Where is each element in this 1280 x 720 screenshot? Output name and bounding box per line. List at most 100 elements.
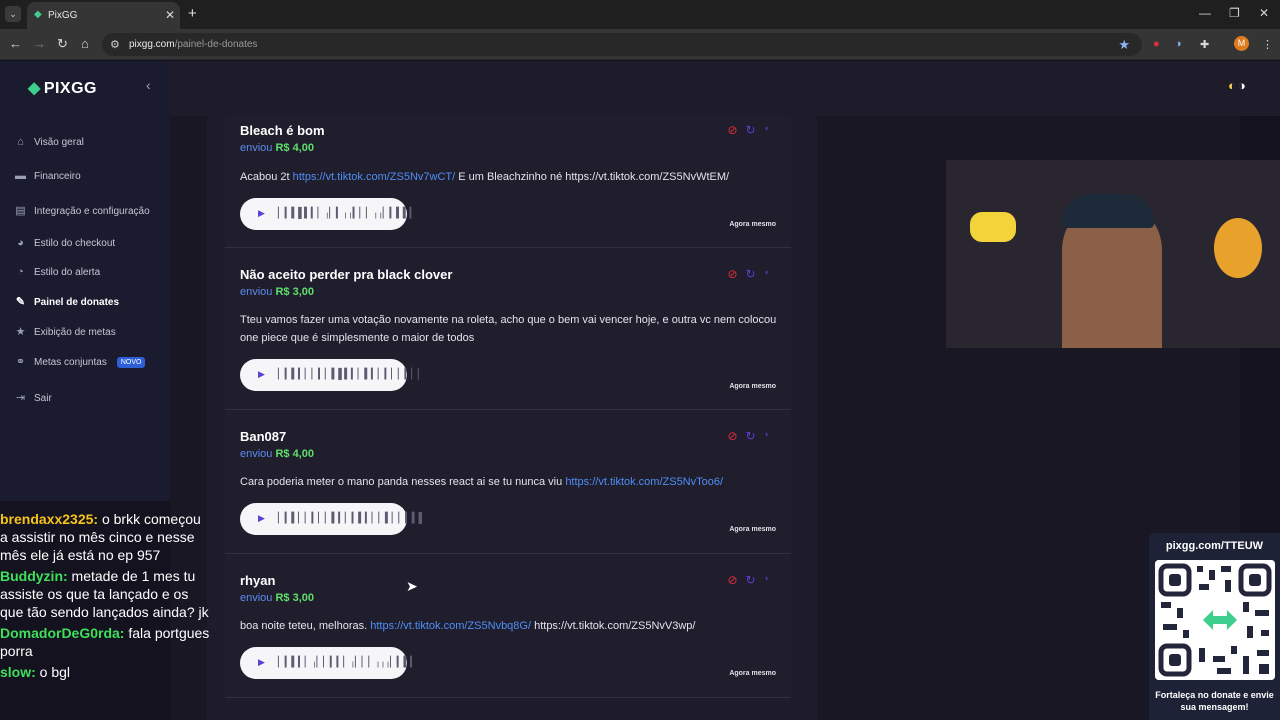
donor-name: Ban087 xyxy=(240,429,287,444)
extensions-puzzle-icon[interactable]: ✚ xyxy=(1200,38,1209,51)
sidebar-item-estilo-checkout[interactable]: ◕ Estilo do checkout xyxy=(14,234,115,252)
replay-icon[interactable]: ↻ xyxy=(746,429,756,443)
sidebar-item-integracao[interactable]: ▤ Integração e configuração xyxy=(14,202,150,220)
sun-icon: ◐ xyxy=(1228,78,1236,93)
profile-avatar[interactable]: M xyxy=(1234,36,1249,51)
extension-audio-icon[interactable]: ◗ xyxy=(1176,38,1183,50)
sidebar-item-estilo-alerta[interactable]: ◔ Estilo do alerta xyxy=(14,263,100,281)
block-icon[interactable]: ⊘ xyxy=(727,429,737,443)
bookmark-star-icon[interactable]: ★ xyxy=(1118,37,1130,53)
waveform[interactable]: ▏▎▍▎▏╷▏▏▎▎▏╷▏▏▏╷╷╷▏▎▍▎ xyxy=(278,657,418,668)
pixgg-logo[interactable]: ◆ PIXGG xyxy=(28,78,97,98)
play-icon[interactable]: ▶ xyxy=(258,208,265,219)
sidebar-item-visao-geral[interactable]: ⌂ Visão geral xyxy=(14,133,84,151)
logout-icon: ⇥ xyxy=(15,391,26,404)
donation-time: Agora mesmo xyxy=(729,221,776,228)
donation-time: Agora mesmo xyxy=(729,526,776,533)
audio-player[interactable]: ▶ ▏▎▍▏▏▎▏▏▍▎▏▎▍▎▏▏▍▏▏▎▍▌ xyxy=(240,503,426,535)
document-icon: ▤ xyxy=(15,204,26,217)
sidebar-item-metas-conjuntas[interactable]: ⚭ Metas conjuntas NOVO xyxy=(14,353,146,371)
mute-icon[interactable]: ◖ xyxy=(764,123,769,137)
replay-icon[interactable]: ↻ xyxy=(746,267,756,281)
donation-time: Agora mesmo xyxy=(729,383,776,390)
address-bar[interactable]: ⚙ pixgg.com/painel-de-donates ★ xyxy=(102,33,1142,56)
waveform[interactable]: ▏▎▍▏▏▎▏▏▍▎▏▎▍▎▏▏▍▏▏▎▍▌ xyxy=(278,513,426,524)
back-icon[interactable]: ← xyxy=(9,36,22,51)
browser-tab[interactable]: ◆ PixGG ✕ xyxy=(27,2,180,29)
chat-username: slow: xyxy=(0,664,36,680)
audio-player[interactable]: ▶ ▏▎▍▎▏╷▏▏▎▎▏╷▏▏▏╷╷╷▏▎▍▎ xyxy=(240,647,418,679)
donates-icon: ✎ xyxy=(15,295,26,308)
alert-style-icon: ◔ xyxy=(17,265,24,278)
donation-time: Agora mesmo xyxy=(729,670,776,677)
replay-icon[interactable]: ↻ xyxy=(746,123,756,137)
sidebar-item-painel-donates[interactable]: ✎ Painel de donates xyxy=(14,293,119,311)
sidebar-item-financeiro[interactable]: ▬ Financeiro xyxy=(14,167,81,185)
donation-amount-line: enviou R$ 4,00 xyxy=(240,448,314,460)
donor-name: rhyan xyxy=(240,573,276,588)
lamp-light xyxy=(1214,218,1262,278)
tab-search-button[interactable]: ⌄ xyxy=(5,6,21,22)
donation-actions: ⊘ ↻ ◖ xyxy=(727,429,769,443)
browser-menu-icon[interactable]: ⋮ xyxy=(1262,38,1273,51)
play-icon[interactable]: ▶ xyxy=(258,513,265,524)
block-icon[interactable]: ⊘ xyxy=(727,573,737,587)
sidebar-item-label: Metas conjuntas xyxy=(34,356,107,368)
audio-player[interactable]: ▶ ▏▎▍▎▏▏▎▏▍▌▍▎▏▍▎▏▎▏▏▎▏▏ xyxy=(240,359,426,391)
extension-record-icon[interactable]: ● xyxy=(1153,38,1160,50)
sidebar-item-label: Painel de donates xyxy=(34,296,120,308)
chat-message: DomadorDeG0rda: fala portgues porra xyxy=(0,624,212,660)
sidebar: ◆ PIXGG ‹ ⌂ Visão geral ▬ Financeiro ▤ In… xyxy=(0,61,170,501)
theme-toggle[interactable]: ◐ ◑ xyxy=(1228,78,1246,93)
donation-amount: R$ 4,00 xyxy=(275,142,315,154)
tab-title: PixGG xyxy=(48,10,78,21)
waveform[interactable]: ▏▎▍▎▏▏▎▏▍▌▍▎▏▍▎▏▎▏▏▎▏▏ xyxy=(278,369,426,380)
waveform[interactable]: ▏▎▍▌▍▎▏╷▏▎╷╷▎▏▏╷╷▏▎▍▍▎ xyxy=(278,208,417,219)
donation-amount-line: enviou R$ 4,00 xyxy=(240,142,314,154)
home-icon: ⌂ xyxy=(17,135,24,148)
minimize-icon[interactable]: — xyxy=(1199,6,1211,20)
sent-label: enviou xyxy=(240,592,273,604)
audio-player[interactable]: ▶ ▏▎▍▌▍▎▏╷▏▎╷╷▎▏▏╷╷▏▎▍▍▎ xyxy=(240,198,417,230)
sent-label: enviou xyxy=(240,448,273,460)
message-link[interactable]: https://vt.tiktok.com/ZS5Nv7wCT/ xyxy=(293,171,456,183)
message-link[interactable]: https://vt.tiktok.com/ZS5Nvbq8G/ xyxy=(370,620,531,632)
browser-toolbar: ← → ↻ ⌂ ⚙ pixgg.com/painel-de-donates ★ … xyxy=(0,29,1280,60)
sidebar-item-label: Integração e configuração xyxy=(34,205,150,217)
message-link[interactable]: https://vt.tiktok.com/ZS5NvToo6/ xyxy=(565,476,723,488)
donation-actions: ⊘ ↻ ◖ xyxy=(727,573,769,587)
link-icon: ⚭ xyxy=(15,355,26,368)
reload-icon[interactable]: ↻ xyxy=(57,36,68,52)
mute-icon[interactable]: ◖ xyxy=(764,429,769,443)
block-icon[interactable]: ⊘ xyxy=(727,267,737,281)
tab-close-icon[interactable]: ✕ xyxy=(165,8,175,22)
window-close-icon[interactable]: ✕ xyxy=(1259,6,1269,20)
restore-icon[interactable]: ❐ xyxy=(1229,6,1240,20)
sidebar-item-exibicao-metas[interactable]: ★ Exibição de metas xyxy=(14,323,116,341)
chat-username: Buddyzin: xyxy=(0,568,68,584)
chat-username: DomadorDeG0rda: xyxy=(0,625,125,641)
block-icon[interactable]: ⊘ xyxy=(727,123,737,137)
play-icon[interactable]: ▶ xyxy=(258,369,265,380)
mute-icon[interactable]: ◖ xyxy=(764,267,769,281)
chat-message: slow: o bgl xyxy=(0,663,212,681)
sidebar-item-sair[interactable]: ⇥ Sair xyxy=(14,389,52,407)
play-icon[interactable]: ▶ xyxy=(258,657,265,668)
sidebar-item-label: Estilo do checkout xyxy=(34,237,116,249)
qr-overlay: pixgg.com/TTEUW Fortaleça no donate e en… xyxy=(1149,533,1280,720)
collapse-sidebar-icon[interactable]: ‹ xyxy=(146,77,151,93)
lamp-light xyxy=(970,212,1016,242)
sidebar-item-label: Exibição de metas xyxy=(34,326,116,338)
new-tab-button[interactable]: + xyxy=(188,5,197,22)
mouse-cursor-icon: ➤ xyxy=(406,578,418,594)
pixgg-favicon-icon: ◆ xyxy=(34,9,42,20)
home-button-icon[interactable]: ⌂ xyxy=(81,36,89,51)
forward-icon[interactable]: → xyxy=(33,36,46,51)
mute-icon[interactable]: ◖ xyxy=(764,573,769,587)
donation-message: Cara poderia meter o mano panda nesses r… xyxy=(240,473,780,491)
top-bar xyxy=(170,61,1280,116)
donation-card: Bleach é bom ⊘ ↻ ◖ enviou R$ 4,00 Acabou… xyxy=(225,116,791,248)
sidebar-item-label: Sair xyxy=(34,392,52,404)
site-info-icon[interactable]: ⚙ xyxy=(110,38,120,51)
replay-icon[interactable]: ↻ xyxy=(746,573,756,587)
